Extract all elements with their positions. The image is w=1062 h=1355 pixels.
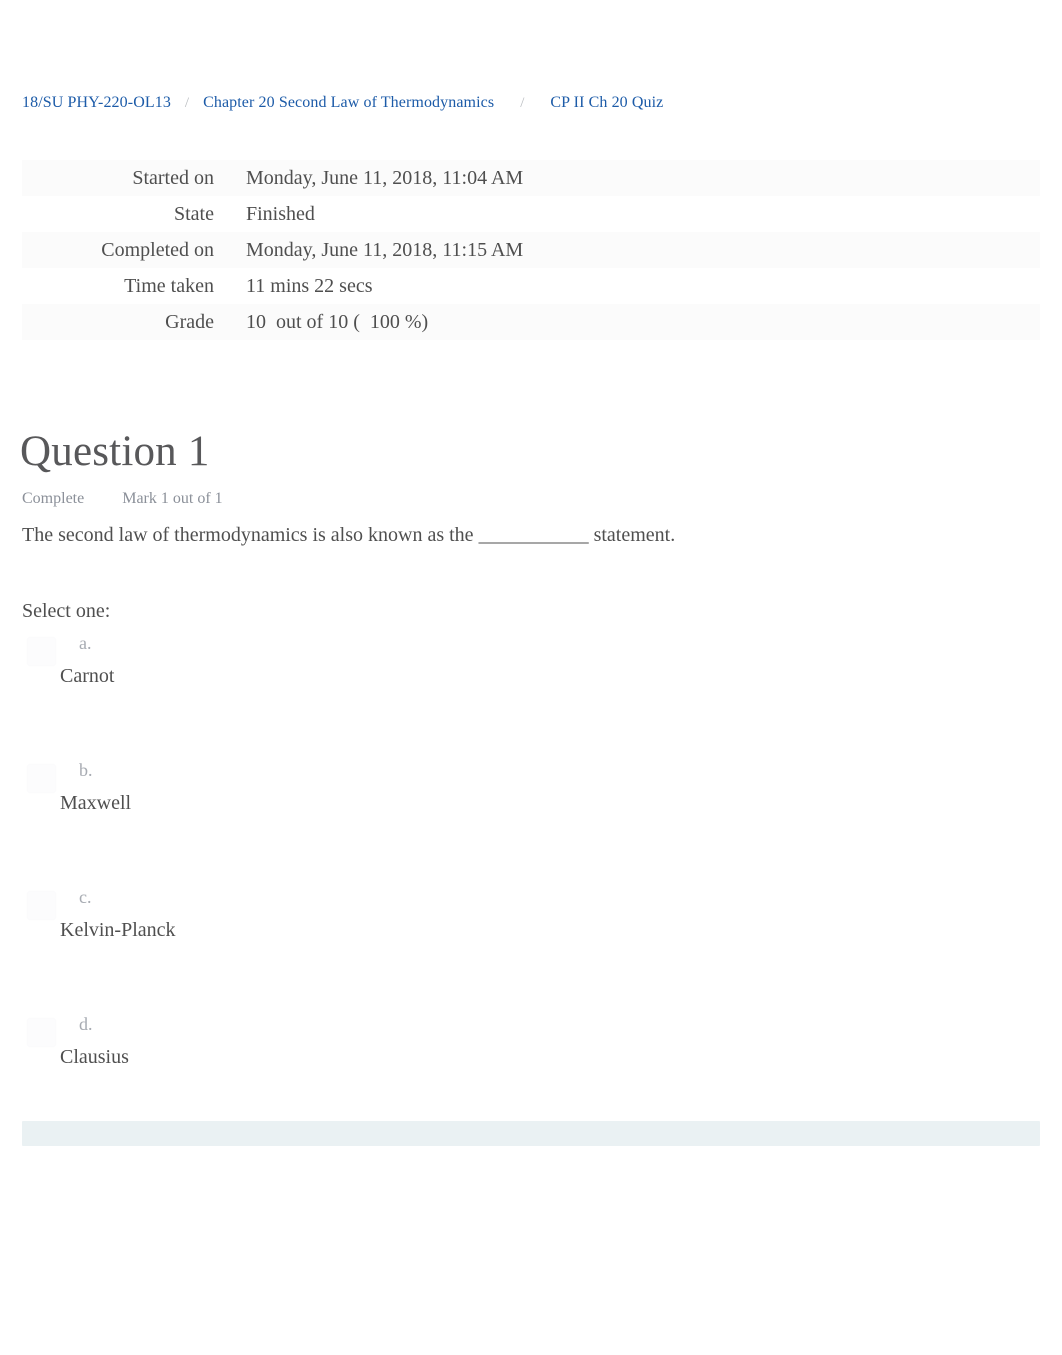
radio-button-a[interactable] (27, 637, 56, 666)
breadcrumb-item-course[interactable]: 18/SU PHY-220-OL13 (22, 94, 171, 112)
summary-key: State (174, 202, 214, 225)
table-row: State Finished (22, 196, 1040, 232)
question-meta: Complete Mark 1 out of 1 (22, 490, 223, 508)
summary-value: Finished (246, 202, 315, 225)
answer-label: Carnot (60, 665, 115, 687)
answer-option-b[interactable]: b. Maxwell (22, 760, 622, 887)
summary-key: Time taken (124, 274, 214, 297)
summary-value: 10 out of 10 ( 100 %) (246, 310, 429, 333)
page-title: Question 1 (20, 428, 210, 475)
breadcrumb-item-chapter[interactable]: Chapter 20 Second Law of Thermodynamics (203, 94, 494, 112)
summary-key: Started on (132, 166, 214, 189)
breadcrumb-separator: / (184, 95, 190, 111)
summary-value: Monday, June 11, 2018, 11:04 AM (246, 166, 524, 189)
breadcrumb-separator: / (520, 95, 525, 111)
radio-button-b[interactable] (27, 764, 56, 793)
answer-option-c[interactable]: c. Kelvin-Planck (22, 887, 622, 1014)
summary-key: Completed on (101, 238, 214, 261)
breadcrumb: 18/SU PHY-220-OL13 / Chapter 20 Second L… (22, 94, 663, 112)
select-one-label: Select one: (22, 600, 111, 622)
answer-label: Clausius (60, 1046, 129, 1068)
attempt-summary-table: Started on Monday, June 11, 2018, 11:04 … (22, 160, 1040, 340)
status-badge: Complete (22, 490, 85, 507)
radio-button-d[interactable] (27, 1018, 56, 1047)
feedback-bar (22, 1121, 1040, 1146)
radio-button-c[interactable] (27, 891, 56, 920)
answer-letter: d. (79, 1014, 93, 1034)
summary-value: 11 mins 22 secs (246, 274, 373, 297)
answer-letter: c. (79, 887, 92, 907)
answer-option-a[interactable]: a. Carnot (22, 633, 622, 760)
table-row: Completed on Monday, June 11, 2018, 11:1… (22, 232, 1040, 268)
table-row: Started on Monday, June 11, 2018, 11:04 … (22, 160, 1040, 196)
answer-option-list: a. Carnot b. Maxwell c. Kelvin-Planck d.… (22, 633, 622, 1141)
answer-label: Maxwell (60, 792, 132, 814)
answer-letter: a. (79, 633, 92, 653)
table-row: Time taken 11 mins 22 secs (22, 268, 1040, 304)
breadcrumb-item-quiz[interactable]: CP II Ch 20 Quiz (550, 94, 663, 112)
table-row: Grade 10 out of 10 ( 100 %) (22, 304, 1040, 340)
question-mark: Mark 1 out of 1 (122, 490, 223, 507)
answer-letter: b. (79, 760, 93, 780)
question-text: The second law of thermodynamics is also… (22, 524, 676, 546)
answer-label: Kelvin-Planck (60, 919, 176, 941)
summary-value: Monday, June 11, 2018, 11:15 AM (246, 238, 524, 261)
summary-key: Grade (165, 310, 214, 333)
